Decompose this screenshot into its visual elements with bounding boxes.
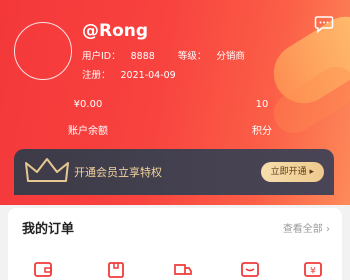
orders-card: 我的订单 查看全部 › ¥ (8, 208, 342, 280)
user-id: 用户ID： 8888 (82, 51, 165, 62)
avatar[interactable] (14, 22, 72, 80)
level-label: 等级： (177, 51, 207, 62)
points-label: 积分 (252, 126, 272, 137)
user-id-level-line: 用户ID： 8888 等级： 分销商 (82, 48, 265, 62)
register-line: 注册： 2021-04-09 (82, 67, 186, 81)
order-status-icons: ¥ (8, 258, 342, 280)
balance-value[interactable]: ¥0.00 (48, 99, 128, 110)
message-icon[interactable] (314, 14, 334, 34)
vip-text: 开通会员立享特权 (74, 166, 162, 179)
open-vip-button[interactable]: 立即开通 ▸ (260, 162, 324, 182)
points-value[interactable]: 10 (222, 99, 302, 110)
package-icon[interactable] (105, 258, 127, 280)
user-id-label: 用户ID： (82, 51, 121, 62)
register-label: 注册： (82, 70, 111, 81)
refund-icon[interactable]: ¥ (302, 258, 324, 280)
level-value: 分销商 (216, 51, 245, 62)
truck-icon[interactable] (172, 258, 194, 280)
user-id-value: 8888 (130, 51, 155, 62)
vip-banner[interactable]: 开通会员立享特权 立即开通 ▸ (14, 149, 334, 195)
inbox-icon[interactable] (239, 258, 261, 280)
username: @Rong (82, 21, 149, 41)
view-all-orders-link[interactable]: 查看全部 › (283, 220, 330, 235)
crown-icon (25, 158, 69, 182)
balance-label: 账户余额 (68, 126, 108, 137)
register-date: 2021-04-09 (120, 70, 176, 81)
wallet-icon[interactable] (32, 258, 54, 280)
svg-text:¥: ¥ (310, 267, 316, 277)
orders-title: 我的订单 (22, 222, 75, 237)
user-level: 等级： 分销商 (178, 51, 255, 62)
